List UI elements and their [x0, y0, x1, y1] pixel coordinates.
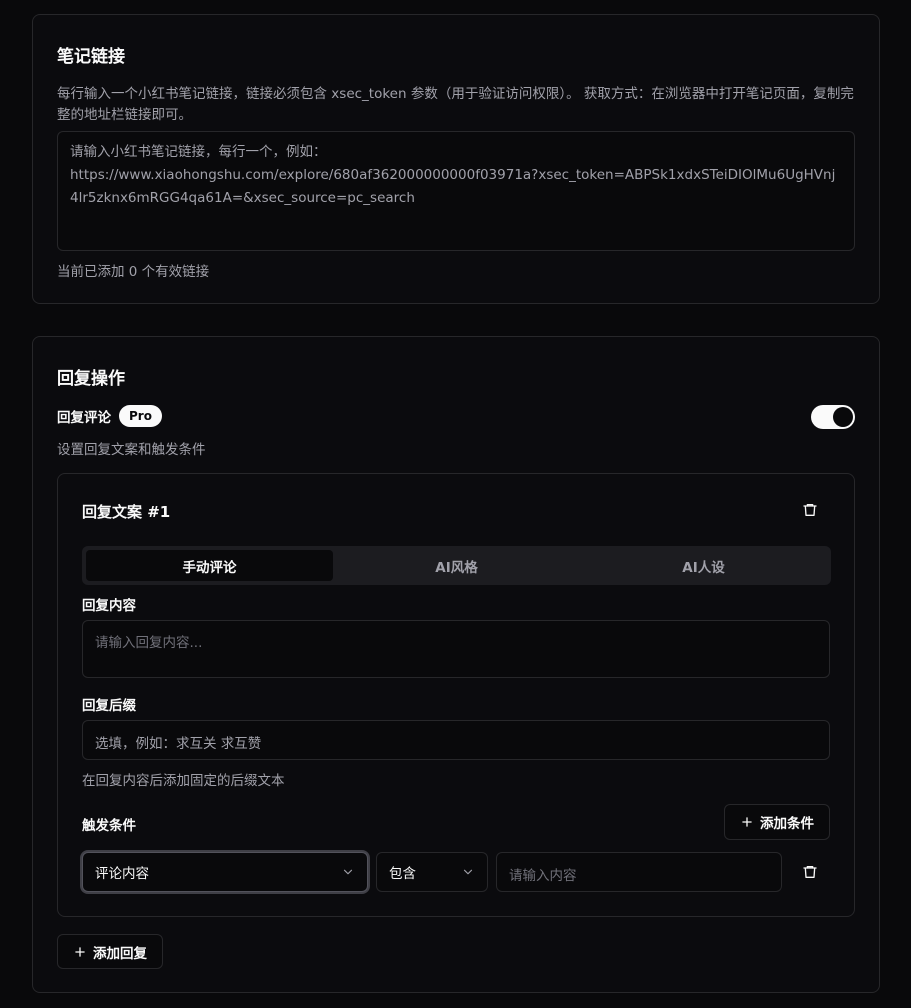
note-links-placeholder: 请输入小红书笔记链接，每行一个，例如： https://www.xiaohong…	[70, 144, 836, 206]
condition-operator-select[interactable]: 包含	[376, 852, 488, 892]
reply-operations-title: 回复操作	[57, 369, 125, 389]
toggle-knob	[833, 407, 853, 427]
condition-value-placeholder: 请输入内容	[509, 868, 577, 884]
reply-content-placeholder: 请输入回复内容...	[95, 635, 203, 651]
tab-manual-comment[interactable]: 手动评论	[86, 550, 333, 581]
reply-comment-label: 回复评论	[57, 410, 111, 426]
add-condition-button[interactable]: 添加条件	[724, 804, 830, 840]
delete-condition-button[interactable]	[798, 860, 822, 884]
chevron-down-icon	[461, 865, 475, 879]
reply-content-label: 回复内容	[82, 598, 136, 614]
plus-icon	[740, 815, 754, 829]
tab-ai-style[interactable]: AI风格	[333, 550, 580, 581]
condition-field-value: 评论内容	[95, 866, 149, 882]
add-reply-button[interactable]: 添加回复	[57, 934, 163, 969]
trash-icon	[802, 864, 818, 880]
note-links-description: 每行输入一个小红书笔记链接，链接必须包含 xsec_token 参数（用于验证访…	[57, 86, 854, 123]
reply-suffix-label: 回复后缀	[82, 698, 136, 714]
reply-template-title: 回复文案 #1	[82, 503, 171, 521]
condition-field-select[interactable]: 评论内容	[82, 852, 368, 892]
reply-suffix-placeholder: 选填，例如：求互关 求互赞	[95, 736, 262, 752]
note-links-textarea[interactable]: 请输入小红书笔记链接，每行一个，例如： https://www.xiaohong…	[57, 131, 855, 251]
reply-mode-tabs: 手动评论 AI风格 AI人设	[82, 546, 831, 585]
reply-suffix-description: 在回复内容后添加固定的后缀文本	[82, 773, 285, 789]
condition-operator-value: 包含	[389, 866, 416, 882]
pro-badge: Pro	[119, 405, 162, 427]
reply-template-block: 回复文案 #1 手动评论 AI风格 AI人设 回复内容 请输入回复内容... 回…	[57, 473, 855, 917]
note-links-card: 笔记链接 每行输入一个小红书笔记链接，链接必须包含 xsec_token 参数（…	[32, 14, 880, 304]
add-reply-label: 添加回复	[93, 945, 147, 962]
reply-comment-description: 设置回复文案和触发条件	[57, 442, 206, 458]
plus-icon	[73, 945, 87, 959]
reply-content-textarea[interactable]: 请输入回复内容...	[82, 620, 830, 678]
reply-comment-header: 回复评论 Pro	[57, 405, 162, 427]
delete-template-button[interactable]	[798, 498, 822, 522]
note-links-title: 笔记链接	[57, 47, 125, 67]
chevron-down-icon	[341, 865, 355, 879]
valid-links-count: 当前已添加 0 个有效链接	[57, 264, 210, 280]
condition-value-input[interactable]: 请输入内容	[496, 852, 782, 892]
tab-ai-persona[interactable]: AI人设	[580, 550, 827, 581]
trigger-conditions-label: 触发条件	[82, 818, 136, 834]
reply-operations-card: 回复操作 回复评论 Pro 设置回复文案和触发条件 回复文案 #1 手动评论 A…	[32, 336, 880, 993]
reply-comment-toggle[interactable]	[811, 405, 855, 429]
trash-icon	[802, 502, 818, 518]
reply-suffix-input[interactable]: 选填，例如：求互关 求互赞	[82, 720, 830, 760]
add-condition-label: 添加条件	[760, 816, 814, 832]
